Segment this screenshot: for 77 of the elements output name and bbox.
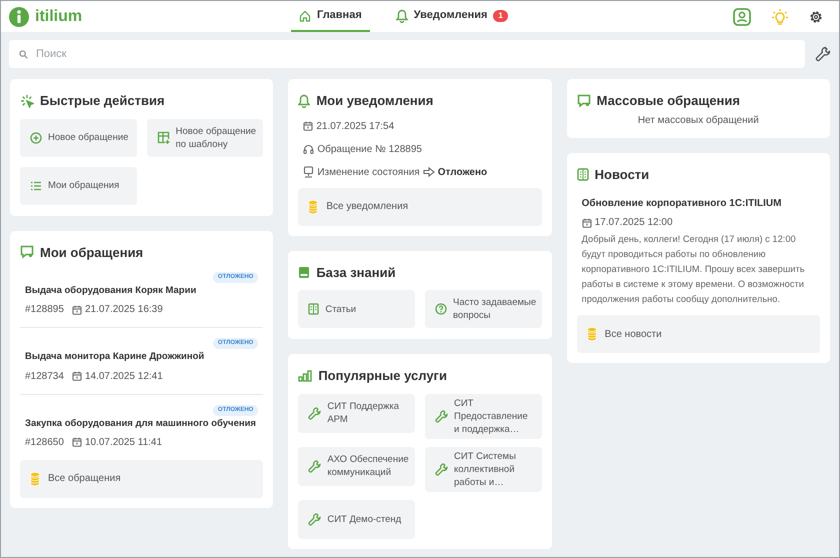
coin-stack-icon [308, 200, 318, 214]
bell-icon [396, 8, 408, 22]
headset-icon [303, 144, 314, 154]
bell-icon [298, 94, 310, 108]
all-link-button[interactable]: Все уведомления [298, 188, 542, 226]
newspaper-icon [576, 168, 589, 181]
wrench-icon[interactable] [815, 46, 831, 62]
plus-circle-icon [30, 132, 42, 144]
search-field[interactable]: Поиск [9, 40, 805, 68]
tile-button[interactable]: СИТ Поддержка АРМ [298, 394, 415, 432]
notification-change: Изменение состояния [317, 166, 420, 180]
user-icon[interactable] [733, 8, 751, 26]
settings-icon[interactable] [809, 10, 823, 24]
tile-button[interactable]: СИТ Системы коллективной работы и… [424, 446, 542, 492]
request-date: 21.07.2025 16:39 [84, 303, 163, 318]
coin-stack-icon [30, 472, 40, 486]
chat-bubble-icon [20, 245, 34, 260]
news-date: 17.07.2025 12:00 [594, 216, 673, 230]
request-title[interactable]: Выдача оборудования Коряк Марии [25, 284, 258, 298]
notification-date: 21.07.2025 17:54 [316, 120, 394, 134]
book-icon [308, 303, 320, 315]
request-title[interactable]: Закупка оборудования для машинного обучения [25, 416, 258, 431]
news-title[interactable]: Обновление корпоративного 1С:ITILIUM [582, 196, 815, 211]
all-link-button[interactable]: Все обращения [20, 460, 264, 498]
wrench-icon [434, 410, 448, 422]
count-badge: 1 [493, 10, 508, 22]
notification-request: Обращение № 128895 [317, 142, 422, 156]
table-plus-icon [156, 131, 170, 144]
question-circle-icon [434, 303, 447, 315]
chat-bubble-icon [576, 94, 591, 108]
request-number: #128650 [25, 436, 64, 450]
request-number: #128895 [25, 303, 64, 318]
wrench-icon [308, 460, 322, 472]
request-date: 10.07.2025 11:41 [84, 436, 162, 450]
wrench-icon [434, 462, 448, 476]
card-title: Популярные услуги [318, 367, 447, 385]
request-title[interactable]: Выдача монитора Карине Дрожжиной [25, 350, 258, 364]
all-link-button[interactable]: Все новости [576, 315, 820, 353]
request-number: #128734 [25, 370, 64, 384]
news-text: Добрый день, коллеги! Сегодня (17 июля) с 12:00 будут проводиться работы по обновлению корпоративного 1С:ITILIUM. Прошу всех завершить работы в системе к этому времени. О возможности продолжения работы сообщу дополнительно. [582, 233, 806, 306]
logo-icon [9, 6, 29, 26]
tile-button[interactable]: СИТ Предоставление и поддержка… [424, 394, 542, 438]
wrench-icon [308, 512, 322, 526]
book-icon [298, 266, 310, 279]
tile-button[interactable]: Новое обращение по шаблону [146, 118, 264, 156]
calendar-icon [582, 218, 592, 228]
empty-message: Нет массовых обращений [636, 114, 760, 128]
wrench-icon [308, 406, 322, 420]
card-title: Мои уведомления [316, 92, 434, 110]
card-title: Быстрые действия [40, 92, 165, 110]
home-icon [299, 10, 311, 22]
card-title: Массовые обращения [596, 92, 740, 110]
card-title: Новости [594, 166, 650, 184]
calendar-icon [303, 121, 314, 131]
bar-chart-icon [298, 370, 312, 382]
tile-button[interactable]: АХО Обеспечение коммуникаций [298, 446, 415, 486]
request-date: 14.07.2025 12:41 [84, 370, 163, 384]
tile-button[interactable]: Статьи [298, 290, 415, 328]
coin-stack-icon [586, 327, 597, 341]
calendar-icon [72, 437, 82, 448]
list-icon [30, 180, 42, 190]
nav-tab[interactable]: Уведомления 1 [388, 1, 516, 32]
tile-button[interactable]: Новое обращение [20, 118, 137, 156]
nav-tab[interactable]: Главная [291, 1, 370, 32]
arrow-icon [422, 167, 435, 177]
calendar-icon [72, 371, 82, 381]
calendar-icon [72, 304, 82, 315]
tile-button[interactable]: СИТ Демо-стенд [298, 500, 415, 538]
search-icon [19, 50, 28, 59]
tile-button[interactable]: Мои обращения [20, 166, 137, 204]
card-title: Мои обращения [40, 244, 144, 262]
monitor-icon [303, 166, 314, 178]
logo-text: itilium [35, 6, 82, 26]
card-title: База знаний [316, 264, 396, 282]
notification-state: Отложено [438, 166, 488, 180]
sparkle-icon [20, 94, 34, 108]
tile-button[interactable]: Часто задаваемые вопросы [424, 290, 542, 328]
